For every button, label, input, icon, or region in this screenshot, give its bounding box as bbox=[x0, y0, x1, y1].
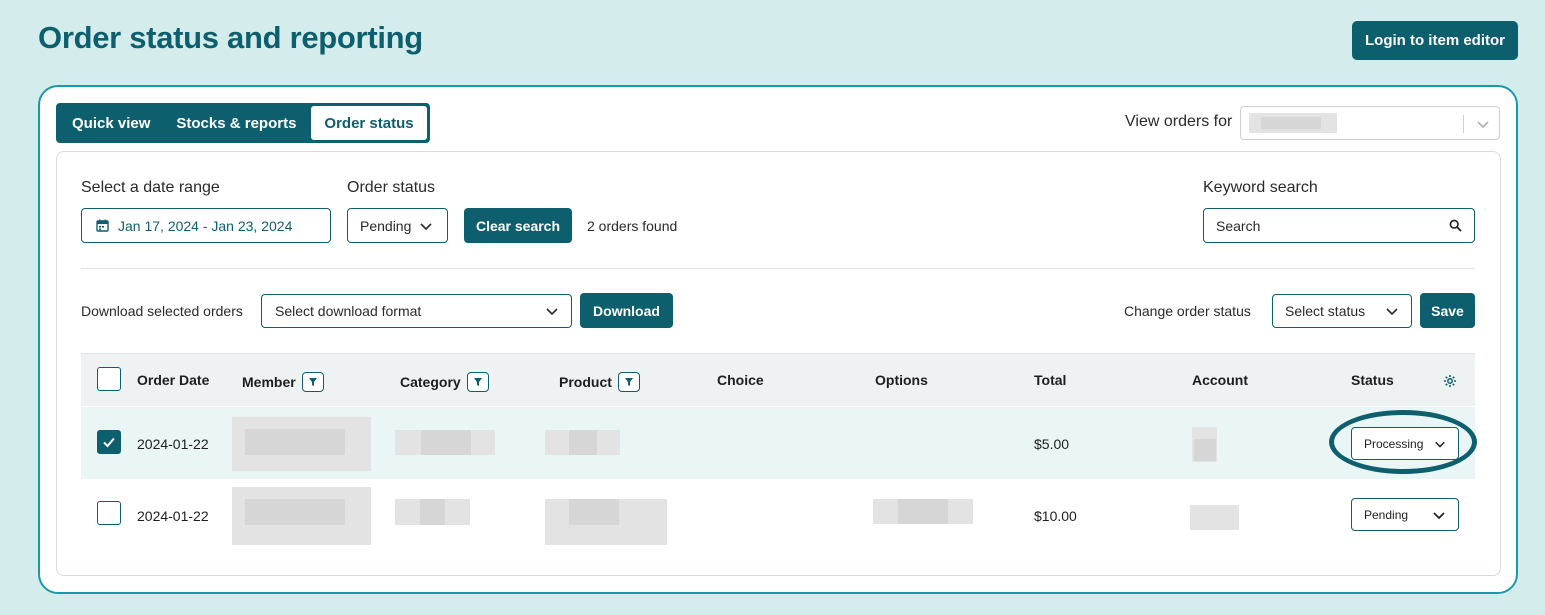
order-date-cell: 2024-01-22 bbox=[137, 508, 209, 524]
column-label: Category bbox=[400, 374, 461, 390]
date-range-label: Select a date range bbox=[81, 179, 220, 196]
column-label: Order Date bbox=[137, 372, 210, 388]
view-orders-label: View orders for bbox=[1125, 113, 1233, 130]
tab-bar: Quick view Stocks & reports Order status bbox=[56, 103, 430, 143]
highlight-annotation bbox=[1329, 410, 1477, 474]
order-status-value: Pending bbox=[360, 217, 412, 234]
column-label: Member bbox=[242, 374, 296, 390]
chevron-down-icon bbox=[1386, 308, 1398, 316]
column-choice[interactable]: Choice bbox=[717, 372, 764, 388]
filter-icon[interactable] bbox=[617, 372, 640, 392]
select-separator bbox=[1463, 115, 1464, 133]
chevron-down-icon bbox=[420, 222, 432, 230]
tab-quick-view[interactable]: Quick view bbox=[59, 106, 163, 140]
total-cell: $5.00 bbox=[1034, 436, 1070, 452]
table-row[interactable]: 2024-01-22 $5.00 Processing bbox=[81, 407, 1475, 479]
column-product[interactable]: Product bbox=[559, 372, 640, 392]
search-placeholder: Search bbox=[1216, 217, 1261, 234]
change-order-status-label: Change order status bbox=[1124, 303, 1251, 319]
date-range-input[interactable]: Jan 17, 2024 - Jan 23, 2024 bbox=[81, 208, 331, 243]
column-label: Status bbox=[1351, 372, 1394, 388]
redacted-category bbox=[421, 430, 471, 455]
redacted-options bbox=[898, 499, 948, 524]
tab-stocks-reports[interactable]: Stocks & reports bbox=[163, 106, 309, 140]
row-checkbox[interactable] bbox=[97, 501, 121, 525]
order-status-select[interactable]: Pending bbox=[347, 208, 448, 243]
date-range-value: Jan 17, 2024 - Jan 23, 2024 bbox=[118, 217, 293, 234]
redacted-account bbox=[1190, 505, 1239, 530]
select-all-checkbox[interactable] bbox=[97, 367, 121, 391]
change-status-placeholder: Select status bbox=[1285, 303, 1366, 319]
keyword-search-input[interactable]: Search bbox=[1203, 208, 1475, 243]
table-row[interactable]: 2024-01-22 $10.00 Pending bbox=[81, 479, 1475, 551]
column-label: Product bbox=[559, 374, 612, 390]
redacted-category bbox=[420, 499, 445, 525]
chevron-down-icon bbox=[546, 308, 558, 316]
download-format-placeholder: Select download format bbox=[275, 303, 422, 319]
column-options[interactable]: Options bbox=[875, 372, 928, 388]
clear-search-button[interactable]: Clear search bbox=[464, 208, 572, 243]
column-member[interactable]: Member bbox=[242, 372, 324, 392]
row-status-value: Pending bbox=[1364, 507, 1409, 522]
login-item-editor-button[interactable]: Login to item editor bbox=[1352, 21, 1518, 60]
column-label: Options bbox=[875, 372, 928, 388]
column-total[interactable]: Total bbox=[1034, 372, 1066, 388]
section-divider bbox=[81, 268, 1475, 269]
tab-order-status[interactable]: Order status bbox=[311, 106, 427, 140]
column-account[interactable]: Account bbox=[1192, 372, 1248, 388]
column-order-date[interactable]: Order Date bbox=[137, 372, 209, 388]
redacted-product bbox=[569, 499, 619, 525]
download-selected-label: Download selected orders bbox=[81, 303, 243, 319]
filter-icon[interactable] bbox=[301, 372, 324, 392]
keyword-search-label: Keyword search bbox=[1203, 179, 1318, 196]
chevron-down-icon bbox=[1433, 511, 1445, 519]
search-icon[interactable] bbox=[1449, 219, 1462, 232]
redacted-member bbox=[245, 429, 345, 455]
calendar-icon bbox=[96, 219, 109, 232]
total-cell: $10.00 bbox=[1034, 508, 1077, 524]
column-label: Choice bbox=[717, 372, 764, 388]
order-status-label: Order status bbox=[347, 179, 436, 196]
download-format-select[interactable]: Select download format bbox=[261, 294, 572, 328]
order-date-cell: 2024-01-22 bbox=[137, 436, 209, 452]
save-button[interactable]: Save bbox=[1420, 293, 1475, 328]
redacted-account bbox=[1194, 439, 1216, 461]
page-title: Order status and reporting bbox=[38, 20, 423, 55]
gear-icon[interactable] bbox=[1443, 374, 1457, 388]
change-status-select[interactable]: Select status bbox=[1272, 294, 1412, 328]
column-status[interactable]: Status bbox=[1351, 372, 1394, 388]
redacted-member bbox=[245, 499, 345, 525]
row-checkbox[interactable] bbox=[97, 430, 121, 454]
view-orders-select[interactable] bbox=[1240, 106, 1500, 140]
column-label: Account bbox=[1192, 372, 1248, 388]
table-header: Order Date Member Category Product Choic… bbox=[81, 353, 1475, 406]
download-button[interactable]: Download bbox=[580, 293, 673, 328]
redacted-value bbox=[1261, 117, 1321, 129]
checkmark-icon bbox=[103, 437, 115, 448]
filter-icon[interactable] bbox=[466, 372, 489, 392]
redacted-product bbox=[569, 430, 597, 455]
chevron-down-icon bbox=[1477, 121, 1489, 129]
column-label: Total bbox=[1034, 372, 1067, 388]
column-category[interactable]: Category bbox=[400, 372, 489, 392]
row-status-select[interactable]: Pending bbox=[1351, 498, 1459, 531]
orders-found-count: 2 orders found bbox=[587, 218, 678, 234]
